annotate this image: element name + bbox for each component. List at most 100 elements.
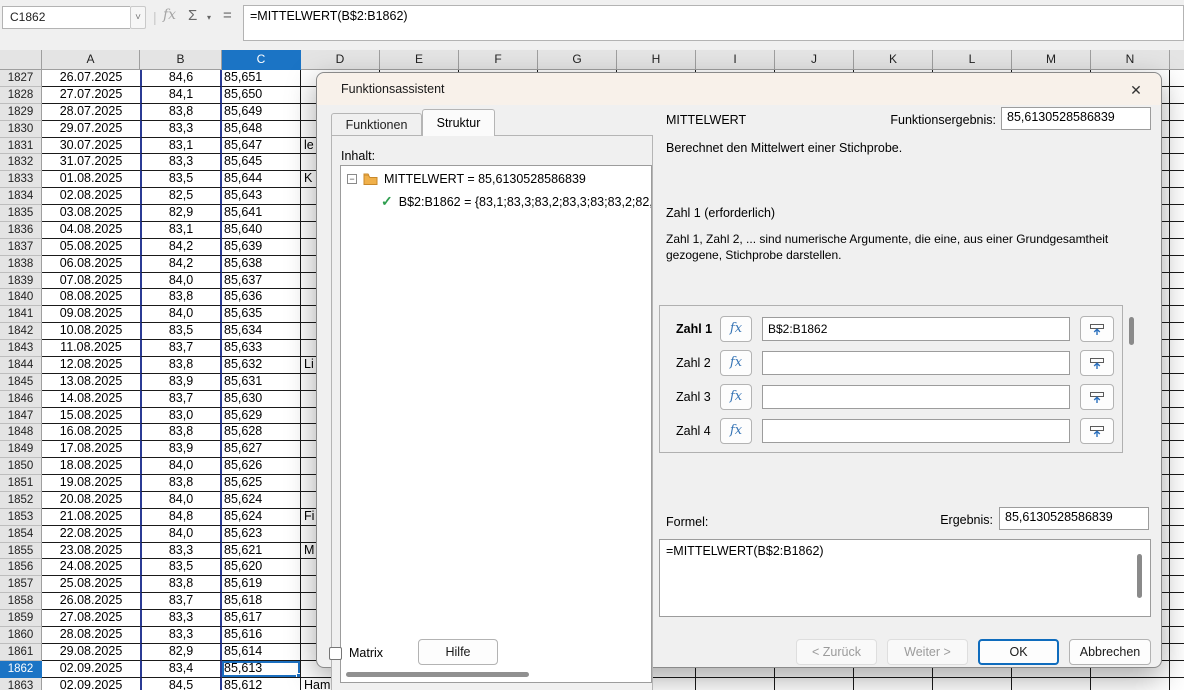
cell-value-c[interactable]: 85,626	[222, 458, 301, 475]
dialog-titlebar[interactable]: Funktionsassistent	[317, 73, 1161, 105]
cell-empty[interactable]	[1170, 492, 1184, 509]
cell-value-c[interactable]: 85,627	[222, 441, 301, 458]
cell-empty[interactable]	[1170, 458, 1184, 475]
column-header[interactable]: C	[222, 50, 301, 70]
cell-empty[interactable]	[1170, 340, 1184, 357]
cell-value-c[interactable]: 85,629	[222, 408, 301, 425]
cell-value-b[interactable]: 83,9	[140, 441, 222, 458]
cell-value-c[interactable]: 85,623	[222, 526, 301, 543]
cell-value-c[interactable]: 85,643	[222, 188, 301, 205]
cell-date[interactable]: 31.07.2025	[42, 154, 140, 171]
cell-empty[interactable]	[1170, 121, 1184, 138]
structure-tree[interactable]: − MITTELWERT = 85,6130528586839 ✓ B$2:B1…	[340, 165, 652, 683]
cell-empty[interactable]	[1170, 273, 1184, 290]
cell-value-b[interactable]: 83,8	[140, 475, 222, 492]
cell-value-c[interactable]: 85,640	[222, 222, 301, 239]
column-header[interactable]: L	[933, 50, 1012, 70]
cell-date[interactable]: 07.08.2025	[42, 273, 140, 290]
cell-empty[interactable]	[1170, 306, 1184, 323]
function-wizard-icon[interactable]: fx	[163, 7, 176, 23]
row-header[interactable]: 1836	[0, 222, 42, 239]
cell-date[interactable]: 29.08.2025	[42, 644, 140, 661]
cell-empty[interactable]	[854, 678, 933, 690]
cell-date[interactable]: 16.08.2025	[42, 424, 140, 441]
cell-value-b[interactable]: 83,7	[140, 593, 222, 610]
cell-empty[interactable]	[1170, 408, 1184, 425]
cell-date[interactable]: 17.08.2025	[42, 441, 140, 458]
cell-date[interactable]: 05.08.2025	[42, 239, 140, 256]
row-header[interactable]: 1833	[0, 171, 42, 188]
cell-empty[interactable]	[1170, 138, 1184, 155]
row-header[interactable]: 1831	[0, 138, 42, 155]
cell-value-b[interactable]: 83,3	[140, 610, 222, 627]
cell-empty[interactable]	[1012, 678, 1091, 690]
cell-empty[interactable]	[1170, 441, 1184, 458]
cell-empty[interactable]	[1170, 374, 1184, 391]
column-header[interactable]: H	[617, 50, 696, 70]
row-header[interactable]: 1844	[0, 357, 42, 374]
cell-date[interactable]: 09.08.2025	[42, 306, 140, 323]
cell-value-b[interactable]: 84,0	[140, 306, 222, 323]
cell-date[interactable]: 27.08.2025	[42, 610, 140, 627]
column-header[interactable]: E	[380, 50, 459, 70]
row-header[interactable]: 1858	[0, 593, 42, 610]
cell-value-c[interactable]: 85,638	[222, 256, 301, 273]
cell-empty[interactable]	[1170, 154, 1184, 171]
column-header[interactable]	[1170, 50, 1184, 70]
parameter-input[interactable]	[762, 351, 1070, 375]
shrink-button[interactable]	[1080, 316, 1114, 342]
fx-button[interactable]: fx	[720, 316, 752, 342]
name-box[interactable]: C1862	[2, 6, 130, 29]
cell-value-b[interactable]: 83,7	[140, 391, 222, 408]
cell-value-b[interactable]: 83,7	[140, 340, 222, 357]
row-header[interactable]: 1850	[0, 458, 42, 475]
cell-value-b[interactable]: 83,5	[140, 559, 222, 576]
cell-empty[interactable]	[1170, 391, 1184, 408]
cell-value-c[interactable]: 85,631	[222, 374, 301, 391]
row-header[interactable]: 1849	[0, 441, 42, 458]
cell-value-b[interactable]: 82,9	[140, 644, 222, 661]
cell-empty[interactable]	[1170, 644, 1184, 661]
cell-value-b[interactable]: 82,9	[140, 205, 222, 222]
cell-value-c[interactable]: 85,637	[222, 273, 301, 290]
cell-date[interactable]: 10.08.2025	[42, 323, 140, 340]
tree-horizontal-scrollbar[interactable]	[346, 672, 529, 677]
cell-date[interactable]: 08.08.2025	[42, 289, 140, 306]
cell-empty[interactable]	[1170, 205, 1184, 222]
row-header[interactable]: 1843	[0, 340, 42, 357]
cell-date[interactable]: 30.07.2025	[42, 138, 140, 155]
cell-value-c[interactable]: 85,648	[222, 121, 301, 138]
row-header[interactable]: 1845	[0, 374, 42, 391]
column-header[interactable]: K	[854, 50, 933, 70]
cell-value-b[interactable]: 83,1	[140, 138, 222, 155]
tab-funktionen[interactable]: Funktionen	[331, 113, 422, 136]
cell-value-c[interactable]: 85,644	[222, 171, 301, 188]
cell-date[interactable]: 06.08.2025	[42, 256, 140, 273]
row-header[interactable]: 1827	[0, 70, 42, 87]
row-header[interactable]: 1848	[0, 424, 42, 441]
cell-date[interactable]: 14.08.2025	[42, 391, 140, 408]
cell-empty[interactable]	[1170, 104, 1184, 121]
row-header[interactable]: 1846	[0, 391, 42, 408]
row-header[interactable]: 1838	[0, 256, 42, 273]
cell-value-c[interactable]: 85,625	[222, 475, 301, 492]
cell-value-b[interactable]: 83,1	[140, 222, 222, 239]
row-header[interactable]: 1834	[0, 188, 42, 205]
cell-value-b[interactable]: 84,0	[140, 492, 222, 509]
column-header[interactable]: G	[538, 50, 617, 70]
cell-value-b[interactable]: 83,8	[140, 289, 222, 306]
row-header[interactable]: 1842	[0, 323, 42, 340]
cell-date[interactable]: 03.08.2025	[42, 205, 140, 222]
cell-value-c[interactable]: 85,624	[222, 492, 301, 509]
cell-value-c[interactable]: 85,645	[222, 154, 301, 171]
cell-empty[interactable]	[1170, 509, 1184, 526]
cell-date[interactable]: 18.08.2025	[42, 458, 140, 475]
fx-button[interactable]: fx	[720, 384, 752, 410]
cell-value-c[interactable]: 85,624	[222, 509, 301, 526]
cell-date[interactable]: 04.08.2025	[42, 222, 140, 239]
row-header[interactable]: 1840	[0, 289, 42, 306]
cell-value-c[interactable]: 85,636	[222, 289, 301, 306]
cell-value-c[interactable]: 85,612	[222, 678, 301, 690]
cell-empty[interactable]	[1170, 543, 1184, 560]
cell-value-b[interactable]: 84,2	[140, 256, 222, 273]
